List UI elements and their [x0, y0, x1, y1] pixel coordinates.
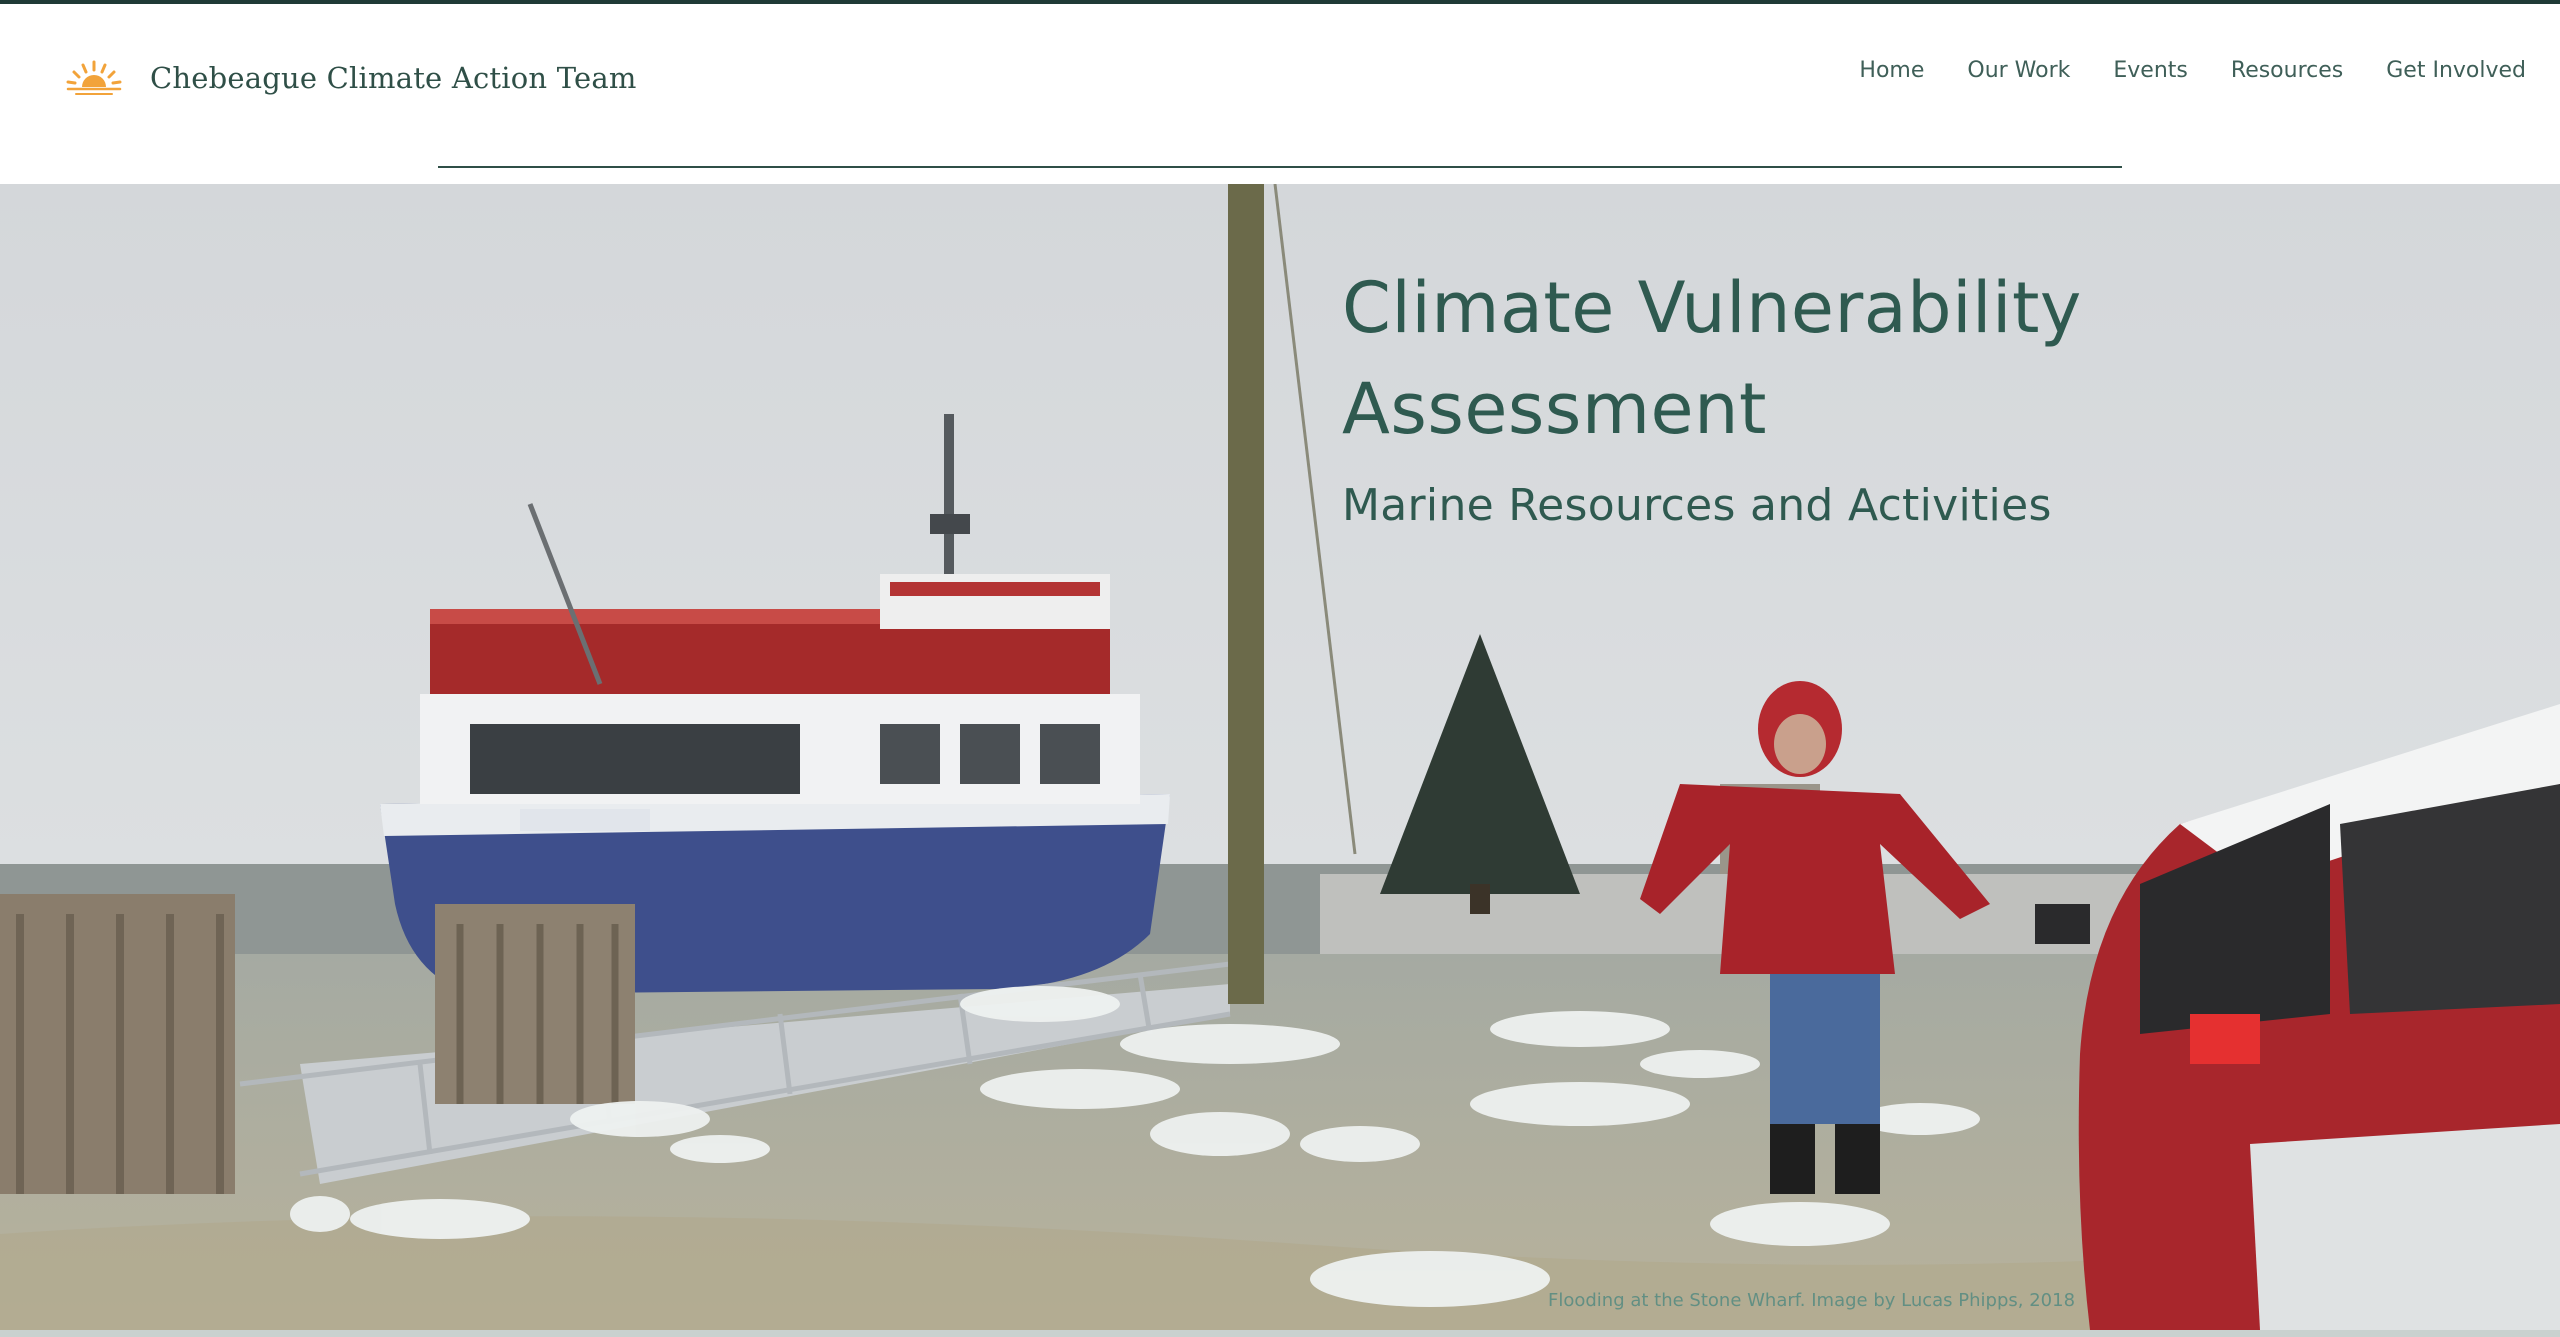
nav-home[interactable]: Home — [1859, 58, 1924, 83]
bottom-band — [0, 1330, 2560, 1337]
nav-our-work[interactable]: Our Work — [1967, 58, 2070, 83]
nav-resources[interactable]: Resources — [2231, 58, 2343, 83]
photo-caption: Flooding at the Stone Wharf. Image by Lu… — [1548, 1290, 2076, 1311]
hero-title: Climate Vulnerability Assessment — [1342, 267, 2082, 450]
site-header: Chebeague Climate Action Team Home Our W… — [0, 4, 2560, 184]
rising-sun-icon — [66, 60, 122, 95]
main-navigation: Home Our Work Events Resources Get Invol… — [1859, 58, 2526, 83]
hero-subtitle: Marine Resources and Activities — [1342, 480, 2052, 531]
brand-link[interactable]: Chebeague Climate Action Team — [64, 46, 637, 110]
site-name[interactable]: Chebeague Climate Action Team — [150, 61, 637, 95]
hero-text-block: Climate Vulnerability Assessment Marine … — [1342, 258, 2442, 531]
hero-section: Climate Vulnerability Assessment Marine … — [0, 184, 2560, 1330]
nav-get-involved[interactable]: Get Involved — [2386, 58, 2526, 83]
header-divider — [438, 166, 2122, 168]
nav-events[interactable]: Events — [2113, 58, 2188, 83]
